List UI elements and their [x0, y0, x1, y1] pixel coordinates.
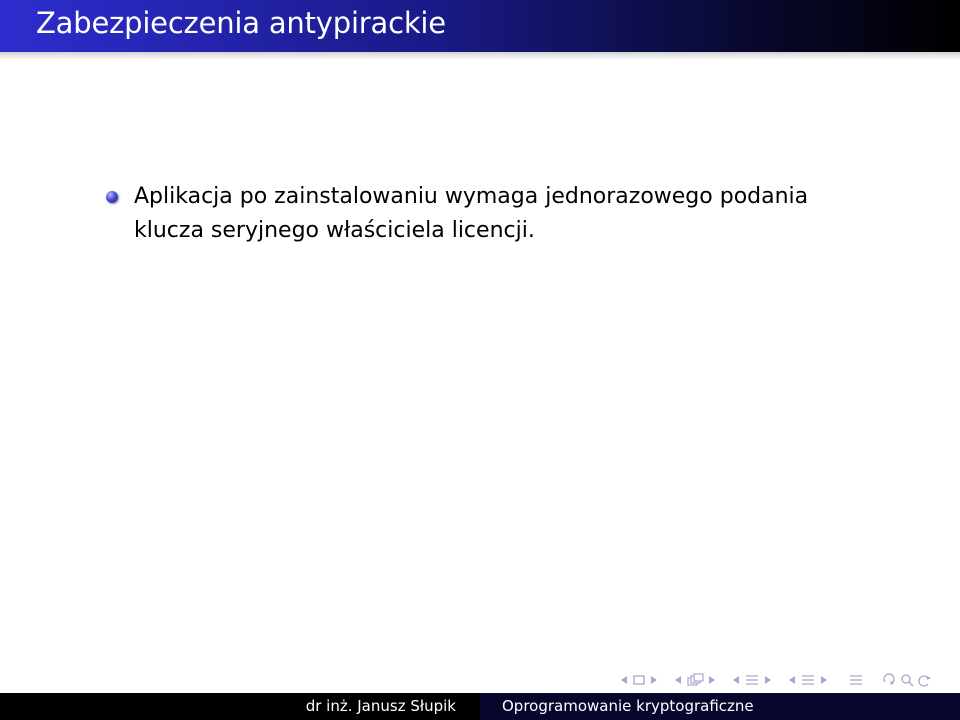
frame-icon[interactable] [632, 673, 646, 687]
navigation-bar [618, 668, 936, 692]
footer-course: Oprogramowanie kryptograficzne [480, 693, 960, 720]
slide-content: Aplikacja po zainstalowaniu wymaga jedno… [100, 180, 900, 248]
title-bar: Zabezpieczenia antypirackie [0, 0, 960, 52]
bullet-item: Aplikacja po zainstalowaniu wymaga jedno… [100, 180, 900, 248]
nav-left-arrow-icon[interactable] [786, 673, 798, 687]
nav-right-arrow-icon[interactable] [818, 673, 830, 687]
nav-right-arrow-icon[interactable] [706, 673, 718, 687]
slide-title: Zabezpieczenia antypirackie [36, 6, 446, 40]
bullet-ball-icon [106, 191, 118, 203]
nav-right-arrow-icon[interactable] [762, 673, 774, 687]
nav-left-arrow-icon[interactable] [618, 673, 630, 687]
subsection-icon[interactable] [686, 672, 704, 688]
section-icon[interactable] [744, 673, 760, 687]
nav-left-arrow-icon[interactable] [672, 673, 684, 687]
bullet-text-line-1: Aplikacja po zainstalowaniu wymaga jedno… [134, 184, 809, 209]
align-icon[interactable] [848, 673, 864, 687]
footer: dr inż. Janusz Słupik Oprogramowanie kry… [0, 693, 960, 720]
footer-author: dr inż. Janusz Słupik [0, 693, 480, 720]
nav-left-arrow-icon[interactable] [730, 673, 742, 687]
title-bar-shadow [0, 52, 960, 60]
section-icon[interactable] [800, 673, 816, 687]
bullet-text-line-2: klucza seryjnego właściciela licencji. [134, 218, 535, 243]
search-loop-icon[interactable] [882, 672, 936, 688]
nav-right-arrow-icon[interactable] [648, 673, 660, 687]
